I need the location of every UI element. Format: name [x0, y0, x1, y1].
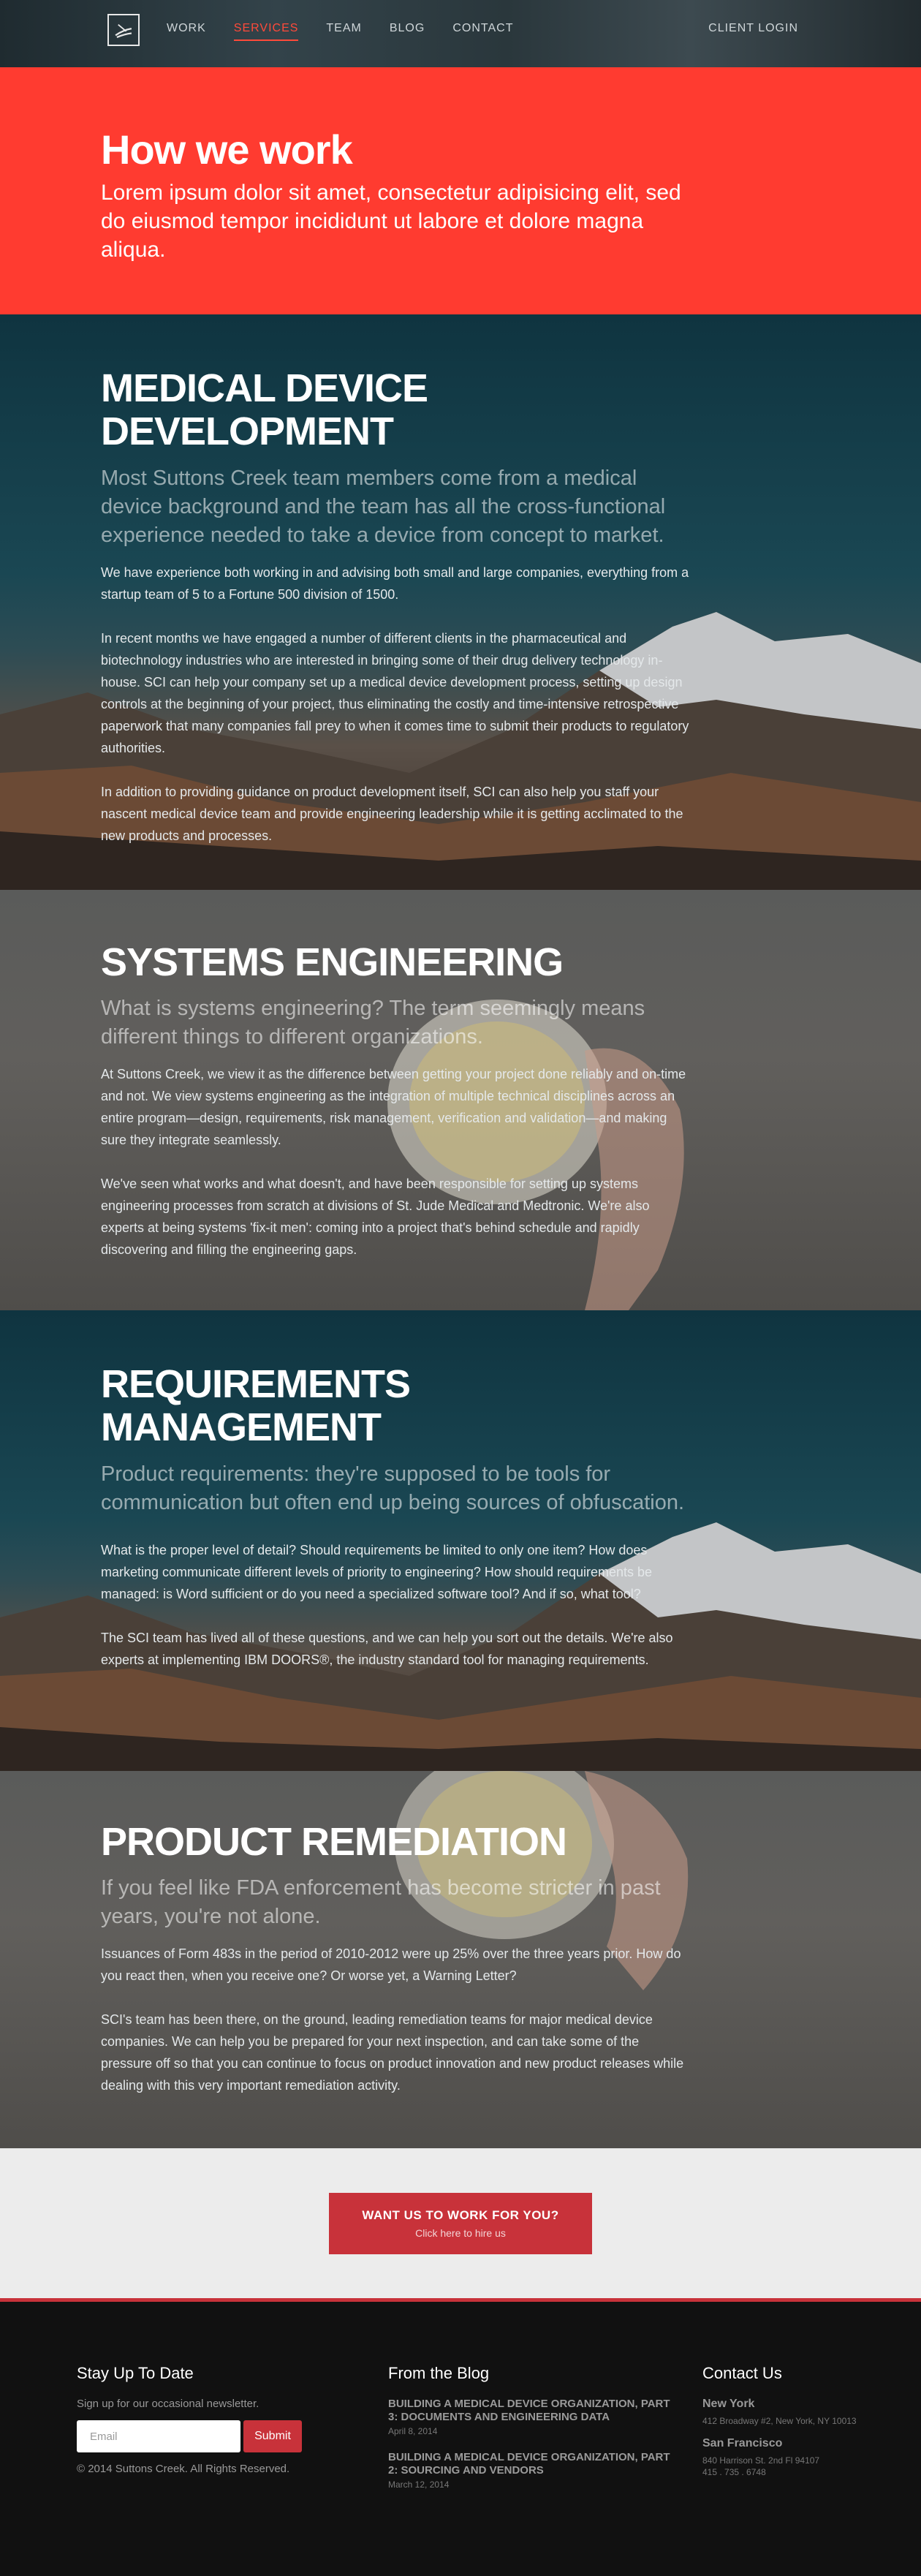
nav-links: WORK SERVICES TEAM BLOG CONTACT	[167, 22, 513, 41]
section-paragraph: In recent months we have engaged a numbe…	[101, 630, 689, 755]
hire-us-button[interactable]: WANT US TO WORK FOR YOU? Click here to h…	[329, 2192, 592, 2254]
office-address: 412 Broadway #2, New York, NY 10013	[702, 2416, 857, 2426]
section-lead: Product requirements: they're supposed t…	[101, 1462, 685, 1514]
section-paragraph: At Suttons Creek, we view it as the diff…	[101, 1067, 686, 1148]
footer: Stay Up To Date Sign up for our occasion…	[0, 2302, 921, 2565]
newsletter-column: Stay Up To Date Sign up for our occasion…	[77, 2364, 318, 2475]
section-title: SYSTEMS ENGINEERING	[101, 940, 564, 984]
section-lead: What is systems engineering? The term se…	[101, 997, 645, 1049]
section-paragraph: What is the proper level of detail? Shou…	[101, 1542, 653, 1601]
office-address: 840 Harrison St. 2nd Fl 94107	[702, 2455, 820, 2466]
office-city: New York	[702, 2398, 755, 2410]
newsletter-text: Sign up for our occasional newsletter.	[77, 2398, 259, 2410]
nav-item-services[interactable]: SERVICES	[233, 22, 299, 41]
blog-post: BUILDING A MEDICAL DEVICE ORGANIZATION, …	[388, 2451, 681, 2490]
nav-item-blog[interactable]: BLOG	[390, 22, 425, 41]
office-city: San Francisco	[702, 2437, 783, 2450]
nav-item-contact[interactable]: CONTACT	[452, 22, 513, 41]
blog-title: From the Blog	[388, 2364, 490, 2382]
blog-post: BUILDING A MEDICAL DEVICE ORGANIZATION, …	[388, 2398, 681, 2436]
section-paragraph: SCI's team has been there, on the ground…	[101, 2012, 684, 2093]
section-paragraph: The SCI team has lived all of these ques…	[101, 1630, 673, 1667]
client-login-link[interactable]: CLIENT LOGIN	[708, 22, 798, 35]
cta-subtitle: Click here to hire us	[415, 2226, 506, 2239]
call-to-action: WANT US TO WORK FOR YOU? Click here to h…	[0, 2148, 921, 2302]
logo-icon[interactable]	[107, 14, 140, 46]
section-lead: Most Suttons Creek team members come fro…	[101, 466, 666, 547]
blog-column: From the Blog BUILDING A MEDICAL DEVICE …	[388, 2364, 681, 2490]
email-field[interactable]	[77, 2420, 240, 2452]
section-paragraph: We have experience both working in and a…	[101, 564, 689, 602]
section-paragraph: In addition to providing guidance on pro…	[101, 784, 683, 843]
section-systems-engineering: SYSTEMS ENGINEERING What is systems engi…	[0, 890, 921, 1310]
cta-title: WANT US TO WORK FOR YOU?	[362, 2207, 559, 2222]
section-requirements-management: REQUIREMENTS MANAGEMENT Product requirem…	[0, 1310, 921, 1771]
blog-post-link[interactable]: BUILDING A MEDICAL DEVICE ORGANIZATION, …	[388, 2451, 670, 2477]
section-paragraph: Issuances of Form 483s in the period of …	[101, 1946, 681, 1984]
section-paragraph: We've seen what works and what doesn't, …	[101, 1176, 650, 1258]
page-title: How we work	[101, 126, 353, 173]
top-nav: WORK SERVICES TEAM BLOG CONTACT CLIENT L…	[0, 0, 921, 67]
contact-column: Contact Us New York 412 Broadway #2, New…	[702, 2364, 892, 2478]
blog-post-date: March 12, 2014	[388, 2479, 450, 2490]
blog-post-link[interactable]: BUILDING A MEDICAL DEVICE ORGANIZATION, …	[388, 2398, 670, 2423]
contact-title: Contact Us	[702, 2364, 782, 2382]
copyright: © 2014 Suttons Creek. All Rights Reserve…	[77, 2463, 290, 2475]
blog-post-date: April 8, 2014	[388, 2426, 438, 2436]
section-title: REQUIREMENTS MANAGEMENT	[101, 1362, 411, 1450]
office-phone: 415 . 735 . 6748	[702, 2467, 766, 2477]
section-title: PRODUCT REMEDIATION	[101, 1820, 567, 1864]
newsletter-title: Stay Up To Date	[77, 2364, 194, 2382]
hero-lead: Lorem ipsum dolor sit amet, consectetur …	[101, 180, 681, 262]
newsletter-form: Submit	[77, 2420, 318, 2452]
submit-button[interactable]: Submit	[243, 2420, 302, 2452]
section-title: MEDICAL DEVICE DEVELOPMENT	[101, 366, 428, 454]
section-medical-device: MEDICAL DEVICE DEVELOPMENT Most Suttons …	[0, 314, 921, 890]
section-product-remediation: PRODUCT REMEDIATION If you feel like FDA…	[0, 1771, 921, 2148]
nav-item-team[interactable]: TEAM	[326, 22, 361, 41]
section-lead: If you feel like FDA enforcement has bec…	[101, 1876, 661, 1929]
hero-banner: How we work Lorem ipsum dolor sit amet, …	[0, 67, 921, 314]
nav-item-work[interactable]: WORK	[167, 22, 206, 41]
